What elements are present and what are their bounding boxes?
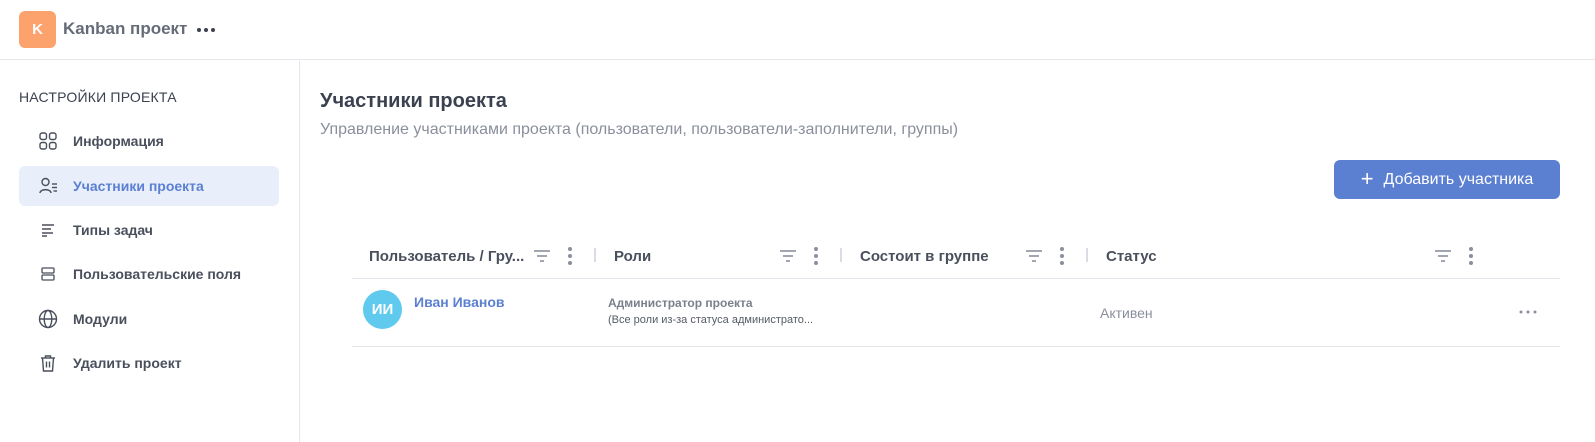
sidebar-item-task-types[interactable]: Типы задач bbox=[19, 210, 279, 250]
sidebar-item-custom-fields[interactable]: Пользовательские поля bbox=[19, 254, 279, 294]
sidebar-item-info[interactable]: Информация bbox=[19, 121, 279, 161]
settings-sidebar: НАСТРОЙКИ ПРОЕКТА Информация Участники п… bbox=[0, 61, 300, 442]
sidebar-heading: НАСТРОЙКИ ПРОЕКТА bbox=[19, 89, 177, 105]
sidebar-item-label: Информация bbox=[73, 133, 164, 149]
sidebar-item-modules[interactable]: Модули bbox=[19, 299, 279, 339]
column-header-group[interactable]: Состоит в группе bbox=[860, 248, 989, 265]
plus-icon: + bbox=[1360, 165, 1374, 191]
filter-icon[interactable] bbox=[1024, 246, 1044, 266]
members-table: Пользователь / Гру... Роли Состоит в гру… bbox=[352, 234, 1560, 347]
status-text: Активен bbox=[1100, 305, 1153, 321]
column-menu-icon[interactable] bbox=[1465, 245, 1477, 267]
column-menu-icon[interactable] bbox=[564, 245, 576, 267]
filter-icon[interactable] bbox=[532, 246, 552, 266]
more-horizontal-icon[interactable] bbox=[194, 18, 218, 42]
project-avatar[interactable]: K bbox=[19, 11, 56, 48]
role-title: Администратор проекта bbox=[608, 296, 753, 310]
users-list-icon bbox=[38, 176, 58, 196]
row-more-icon[interactable] bbox=[1516, 305, 1540, 319]
sidebar-item-label: Типы задач bbox=[73, 222, 153, 238]
sidebar-item-members[interactable]: Участники проекта bbox=[19, 166, 279, 206]
role-description: (Все роли из-за статуса администрато... bbox=[608, 314, 814, 326]
project-name[interactable]: Kanban проект bbox=[63, 19, 187, 39]
user-name-link[interactable]: Иван Иванов bbox=[414, 294, 505, 310]
column-divider[interactable] bbox=[594, 248, 596, 262]
globe-icon bbox=[38, 309, 58, 329]
table-row[interactable]: ИИ Иван Иванов Администратор проекта (Вс… bbox=[352, 279, 1560, 347]
fields-icon bbox=[38, 264, 58, 284]
add-member-button[interactable]: + Добавить участника bbox=[1334, 160, 1560, 199]
column-menu-icon[interactable] bbox=[1056, 245, 1068, 267]
sidebar-item-label: Модули bbox=[73, 311, 128, 327]
sidebar-item-label: Участники проекта bbox=[73, 178, 204, 194]
page-subtitle: Управление участниками проекта (пользова… bbox=[320, 121, 959, 138]
trash-icon bbox=[38, 353, 58, 373]
column-divider[interactable] bbox=[1086, 248, 1088, 262]
column-divider[interactable] bbox=[840, 248, 842, 262]
grid-icon bbox=[38, 131, 58, 151]
add-member-label: Добавить участника bbox=[1383, 170, 1534, 188]
sidebar-item-label: Удалить проект bbox=[73, 355, 182, 371]
top-bar: K Kanban проект bbox=[0, 0, 1595, 60]
filter-icon[interactable] bbox=[1433, 246, 1453, 266]
column-header-roles[interactable]: Роли bbox=[614, 248, 651, 265]
filter-icon[interactable] bbox=[778, 246, 798, 266]
column-menu-icon[interactable] bbox=[810, 245, 822, 267]
sidebar-item-delete-project[interactable]: Удалить проект bbox=[19, 343, 279, 383]
avatar: ИИ bbox=[363, 290, 402, 329]
table-header: Пользователь / Гру... Роли Состоит в гру… bbox=[352, 234, 1560, 279]
sidebar-item-label: Пользовательские поля bbox=[73, 266, 242, 282]
column-header-user-group[interactable]: Пользователь / Гру... bbox=[369, 248, 529, 265]
page-title: Участники проекта bbox=[320, 90, 507, 112]
task-lines-icon bbox=[38, 220, 58, 240]
column-header-status[interactable]: Статус bbox=[1106, 248, 1157, 265]
